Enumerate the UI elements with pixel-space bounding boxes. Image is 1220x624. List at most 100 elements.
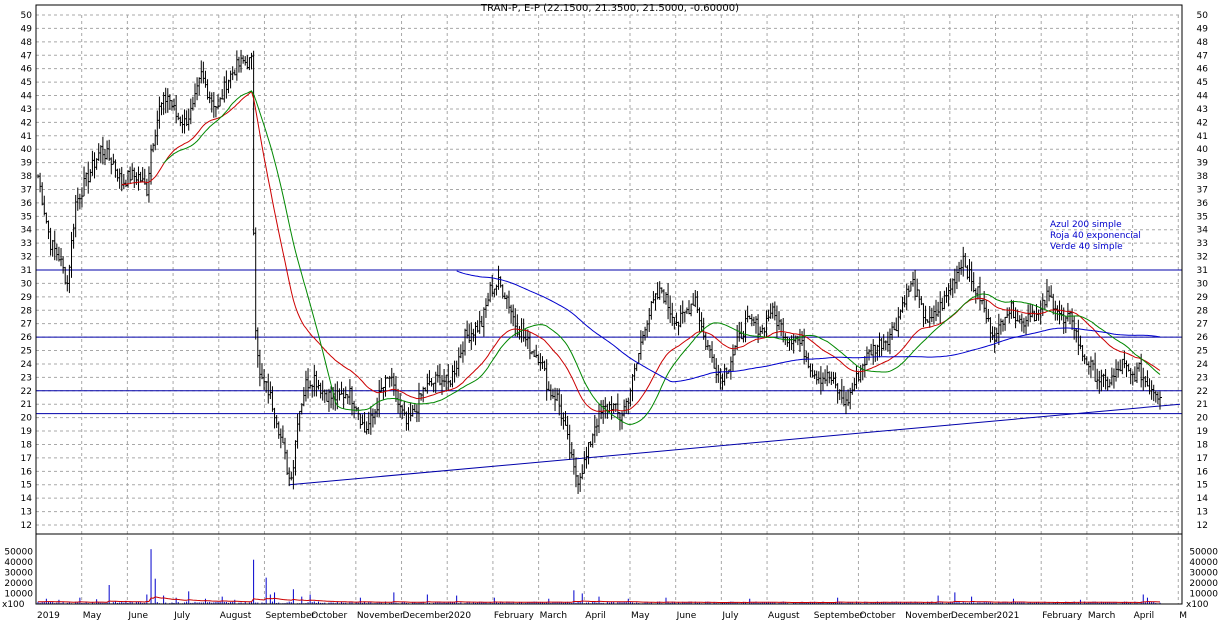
x-tick-label: M <box>1179 611 1187 621</box>
y-tick-label-right: 36 <box>1197 199 1209 209</box>
y-tick-label-left: 49 <box>21 24 33 34</box>
x-tick-label: December <box>403 611 450 621</box>
x-tick-label: October <box>311 611 347 621</box>
y-tick-label-left: 13 <box>21 508 32 518</box>
y-tick-label-left: 42 <box>21 118 32 128</box>
y-tick-label-right: 27 <box>1197 320 1208 330</box>
y-tick-label-right: 15 <box>1197 481 1208 491</box>
x-tick-label: August <box>768 611 800 621</box>
y-tick-label-left: 20 <box>21 414 33 424</box>
y-tick-label-right: 41 <box>1197 132 1208 142</box>
y-tick-label-left: 22 <box>21 387 32 397</box>
y-tick-label-left: 30 <box>21 279 33 289</box>
y-tick-label-right: 26 <box>1197 333 1209 343</box>
x-tick-label: May <box>83 611 102 621</box>
y-tick-label-left: 38 <box>21 172 33 182</box>
volume-tick-label-left: 20000 <box>4 579 33 589</box>
y-tick-label-left: 12 <box>21 521 32 531</box>
y-tick-label-right: 29 <box>1197 293 1209 303</box>
x-tick-label: November <box>905 611 952 621</box>
y-tick-label-left: 21 <box>21 400 32 410</box>
y-tick-label-left: 32 <box>21 253 32 263</box>
volume-tick-label-right: 10000 <box>1189 589 1218 599</box>
y-tick-label-right: 22 <box>1197 387 1208 397</box>
y-tick-label-left: 27 <box>21 320 32 330</box>
x-tick-label: April <box>1134 611 1155 621</box>
y-tick-label-left: 15 <box>21 481 32 491</box>
legend-entry: Verde 40 simple <box>1050 242 1123 252</box>
y-tick-label-left: 34 <box>21 226 33 236</box>
x-tick-label: February <box>494 611 535 621</box>
y-tick-label-left: 48 <box>21 38 33 48</box>
x-tick-label: July <box>173 611 191 621</box>
y-tick-label-right: 32 <box>1197 253 1208 263</box>
y-tick-label-right: 12 <box>1197 521 1208 531</box>
y-tick-label-right: 21 <box>1197 400 1208 410</box>
y-tick-label-left: 35 <box>21 212 32 222</box>
y-tick-label-left: 28 <box>21 306 33 316</box>
x-tick-label: August <box>220 611 252 621</box>
y-tick-label-right: 42 <box>1197 118 1208 128</box>
volume-tick-label-right: 30000 <box>1189 568 1218 578</box>
x-tick-label: October <box>859 611 895 621</box>
x-tick-label: April <box>585 611 606 621</box>
y-tick-label-left: 26 <box>21 333 33 343</box>
stock-chart: 12 12 13 13 14 14 15 15 16 16 17 17 18 18 19 19 20 20 21 21… <box>0 0 1220 624</box>
y-tick-label-right: 19 <box>1197 427 1209 437</box>
y-tick-label-left: 41 <box>21 132 32 142</box>
volume-tick-label-right: 50000 <box>1189 547 1218 557</box>
volume-tick-label-left: 10000 <box>4 589 33 599</box>
chart-canvas: 12 1213 1314 1415 1516 1617 1718 1819 1920 2021 21… <box>2 3 1218 621</box>
y-tick-label-left: 24 <box>21 360 33 370</box>
y-tick-label-right: 50 <box>1197 11 1209 21</box>
y-tick-label-left: 43 <box>21 105 32 115</box>
y-tick-label-right: 48 <box>1197 38 1209 48</box>
x-tick-label: March <box>1088 611 1115 621</box>
y-tick-label-right: 17 <box>1197 454 1208 464</box>
y-tick-label-right: 18 <box>1197 440 1209 450</box>
y-tick-label-left: 36 <box>21 199 33 209</box>
x-tick-label: June <box>127 611 148 621</box>
x-tick-label: 2021 <box>997 611 1020 621</box>
y-tick-label-right: 46 <box>1197 65 1209 75</box>
volume-unit-label-right: x100 <box>1186 600 1209 610</box>
y-tick-label-left: 46 <box>21 65 33 75</box>
y-tick-label-right: 37 <box>1197 185 1208 195</box>
y-tick-label-left: 37 <box>21 185 32 195</box>
y-tick-label-left: 14 <box>21 494 33 504</box>
legend-entry: Roja 40 exponencial <box>1050 231 1141 241</box>
y-tick-label-left: 16 <box>21 467 33 477</box>
x-tick-label: March <box>540 611 567 621</box>
y-tick-label-right: 24 <box>1197 360 1209 370</box>
chart-title: TRAN-P, E-P (22.1500, 21.3500, 21.5000, … <box>480 3 739 14</box>
x-tick-label: September <box>814 611 864 621</box>
x-tick-label: May <box>631 611 650 621</box>
y-tick-label-left: 39 <box>21 159 33 169</box>
y-tick-label-right: 40 <box>1197 145 1209 155</box>
x-tick-label: June <box>676 611 697 621</box>
moving-average-line <box>121 90 1161 412</box>
y-tick-label-left: 29 <box>21 293 33 303</box>
x-tick-label: November <box>357 611 404 621</box>
x-tick-label: September <box>265 611 315 621</box>
y-tick-label-left: 47 <box>21 51 32 61</box>
volume-tick-label-left: 30000 <box>4 568 33 578</box>
y-tick-label-left: 17 <box>21 454 32 464</box>
y-tick-label-right: 25 <box>1197 347 1208 357</box>
y-tick-label-right: 16 <box>1197 467 1209 477</box>
volume-tick-label-left: 40000 <box>4 558 33 568</box>
y-tick-label-right: 14 <box>1197 494 1209 504</box>
y-tick-label-right: 34 <box>1197 226 1209 236</box>
y-tick-label-right: 30 <box>1197 279 1209 289</box>
y-tick-label-right: 28 <box>1197 306 1209 316</box>
y-tick-label-left: 31 <box>21 266 32 276</box>
x-tick-label: July <box>721 611 739 621</box>
y-tick-label-right: 20 <box>1197 414 1209 424</box>
moving-average-line <box>163 90 1161 425</box>
y-tick-label-left: 44 <box>21 92 33 102</box>
y-tick-label-right: 39 <box>1197 159 1209 169</box>
y-tick-label-right: 13 <box>1197 508 1208 518</box>
y-tick-label-right: 44 <box>1197 92 1209 102</box>
y-tick-label-right: 47 <box>1197 51 1208 61</box>
x-tick-label: February <box>1042 611 1083 621</box>
